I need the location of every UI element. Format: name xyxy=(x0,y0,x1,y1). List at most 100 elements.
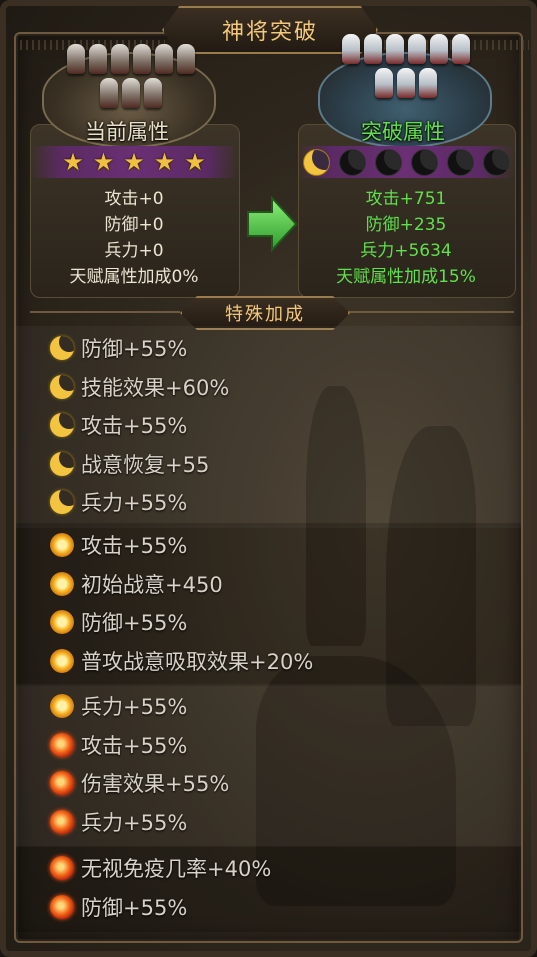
bonus-text: 兵力+55% xyxy=(81,695,188,720)
bonus-text: 伤害效果+55% xyxy=(81,772,230,797)
bonus-row: 兵力+55% xyxy=(16,483,521,522)
sun-icon xyxy=(50,606,74,638)
moon-icon xyxy=(410,148,438,176)
moon-icon xyxy=(302,148,330,176)
bonus-row: 攻击+55% xyxy=(16,526,521,565)
page-title: 神将突破 xyxy=(221,20,318,45)
moon-rating xyxy=(298,146,514,178)
fire-icon xyxy=(50,809,74,834)
troop-figure xyxy=(364,34,382,64)
sun-icon xyxy=(50,690,74,722)
fire-icon xyxy=(50,894,74,919)
troop-figure xyxy=(111,44,129,74)
current-stat: 攻击+0 xyxy=(104,189,164,209)
troop-figure xyxy=(177,44,195,74)
bonus-text: 初始战意+450 xyxy=(81,572,223,597)
moon-icon xyxy=(374,148,402,176)
special-bonus-title: 特殊加成 xyxy=(225,304,305,325)
troop-figure xyxy=(67,44,85,74)
fire-icon xyxy=(50,856,74,881)
bonus-row: 攻击+55% xyxy=(16,406,521,445)
moon-icon xyxy=(50,490,74,515)
bonus-row: 初始战意+450 xyxy=(16,565,521,604)
bonus-text: 攻击+55% xyxy=(81,534,188,559)
fire-icon xyxy=(50,732,74,757)
current-stat: 兵力+0 xyxy=(104,241,164,261)
breakthrough-stat: 攻击+751 xyxy=(365,189,447,209)
breakthrough-stat: 兵力+5634 xyxy=(360,241,452,261)
bonus-row: 防御+55% xyxy=(16,888,521,927)
moon-icon xyxy=(446,148,474,176)
troop-figure xyxy=(375,68,393,98)
star-icon: ★ xyxy=(62,148,84,176)
troop-figure xyxy=(100,78,118,108)
bonus-row: 普攻战意吸取效果+20% xyxy=(16,642,521,681)
troop-figure xyxy=(155,44,173,74)
sun-icon xyxy=(50,645,74,677)
divider xyxy=(346,311,514,313)
star-icon: ★ xyxy=(92,148,115,176)
troop-figure xyxy=(386,34,404,64)
bonus-row: 伤害效果+55% xyxy=(16,764,521,803)
breakthrough-stat: 防御+235 xyxy=(365,215,447,235)
troop-figure xyxy=(133,44,151,74)
troop-figure xyxy=(397,68,415,98)
bonus-row: 战意恢复+55 xyxy=(16,445,521,484)
star-icon: ★ xyxy=(184,148,206,176)
troop-figure xyxy=(419,68,437,98)
bonus-group: 无视免疫几率+40% 防御+55% xyxy=(16,846,521,932)
moon-icon xyxy=(50,336,74,361)
current-stats: 攻击+0 防御+0 兵力+0 天赋属性加成0% xyxy=(30,186,238,290)
troop-figure xyxy=(122,78,140,108)
bonus-row: 防御+55% xyxy=(16,603,521,642)
breakthrough-attributes-label: 突破属性 xyxy=(361,120,445,144)
bonus-text: 攻击+55% xyxy=(81,733,188,758)
bonus-text: 战意恢复+55 xyxy=(81,452,210,477)
troop-figure xyxy=(452,34,470,64)
troop-figure xyxy=(408,34,426,64)
special-bonus-header: 特殊加成 xyxy=(180,296,350,330)
bonus-group: 兵力+55% 攻击+55% 伤害效果+55% 兵力+55% xyxy=(16,684,521,847)
bonus-text: 攻击+55% xyxy=(81,414,188,439)
breakthrough-troops xyxy=(336,34,476,98)
bonus-row: 技能效果+60% xyxy=(16,368,521,407)
bonus-text: 无视免疫几率+40% xyxy=(81,857,272,882)
bonus-row: 防御+55% xyxy=(16,329,521,368)
star-icon: ★ xyxy=(123,148,145,176)
bonus-text: 防御+55% xyxy=(81,337,188,362)
bonus-text: 防御+55% xyxy=(81,611,188,636)
troop-figure xyxy=(144,78,162,108)
bonus-group: 防御+55% 技能效果+60% 攻击+55% 战意恢复+55 兵力+55% xyxy=(16,326,521,528)
troop-figure xyxy=(430,34,448,64)
bonus-text: 普攻战意吸取效果+20% xyxy=(81,649,314,674)
sun-icon xyxy=(50,568,74,600)
bonus-text: 兵力+55% xyxy=(81,810,188,835)
fire-icon xyxy=(50,771,74,796)
current-troops xyxy=(66,44,196,108)
moon-icon xyxy=(50,374,74,399)
arrow-right-icon xyxy=(247,196,298,252)
moon-icon xyxy=(50,451,74,476)
moon-icon xyxy=(50,413,74,438)
bonus-row: 无视免疫几率+40% xyxy=(16,849,521,888)
moon-icon xyxy=(338,148,366,176)
bonus-row: 兵力+55% xyxy=(16,803,521,842)
breakthrough-stats: 攻击+751 防御+235 兵力+5634 天赋属性加成15% xyxy=(298,186,514,290)
star-icon: ★ xyxy=(153,148,176,176)
bonus-group: 攻击+55% 初始战意+450 防御+55% 普攻战意吸取效果+20% xyxy=(16,523,521,686)
current-attributes-label: 当前属性 xyxy=(85,120,169,144)
bonus-row: 攻击+55% xyxy=(16,726,521,765)
divider xyxy=(30,311,180,313)
bonus-text: 防御+55% xyxy=(81,895,188,920)
star-rating: ★ ★ ★ ★ ★ xyxy=(30,146,238,178)
bonus-row: 兵力+55% xyxy=(16,687,521,726)
troop-figure xyxy=(89,44,107,74)
special-bonus-list[interactable]: 防御+55% 技能效果+60% 攻击+55% 战意恢复+55 兵力+55% 攻击+55% 初… xyxy=(16,326,521,946)
breakthrough-stat: 天赋属性加成15% xyxy=(336,267,476,287)
troop-figure xyxy=(342,34,360,64)
sun-icon xyxy=(50,529,74,561)
current-stat: 防御+0 xyxy=(104,215,164,235)
bonus-text: 兵力+55% xyxy=(81,491,188,516)
moon-icon xyxy=(482,148,510,176)
current-stat: 天赋属性加成0% xyxy=(69,267,199,287)
